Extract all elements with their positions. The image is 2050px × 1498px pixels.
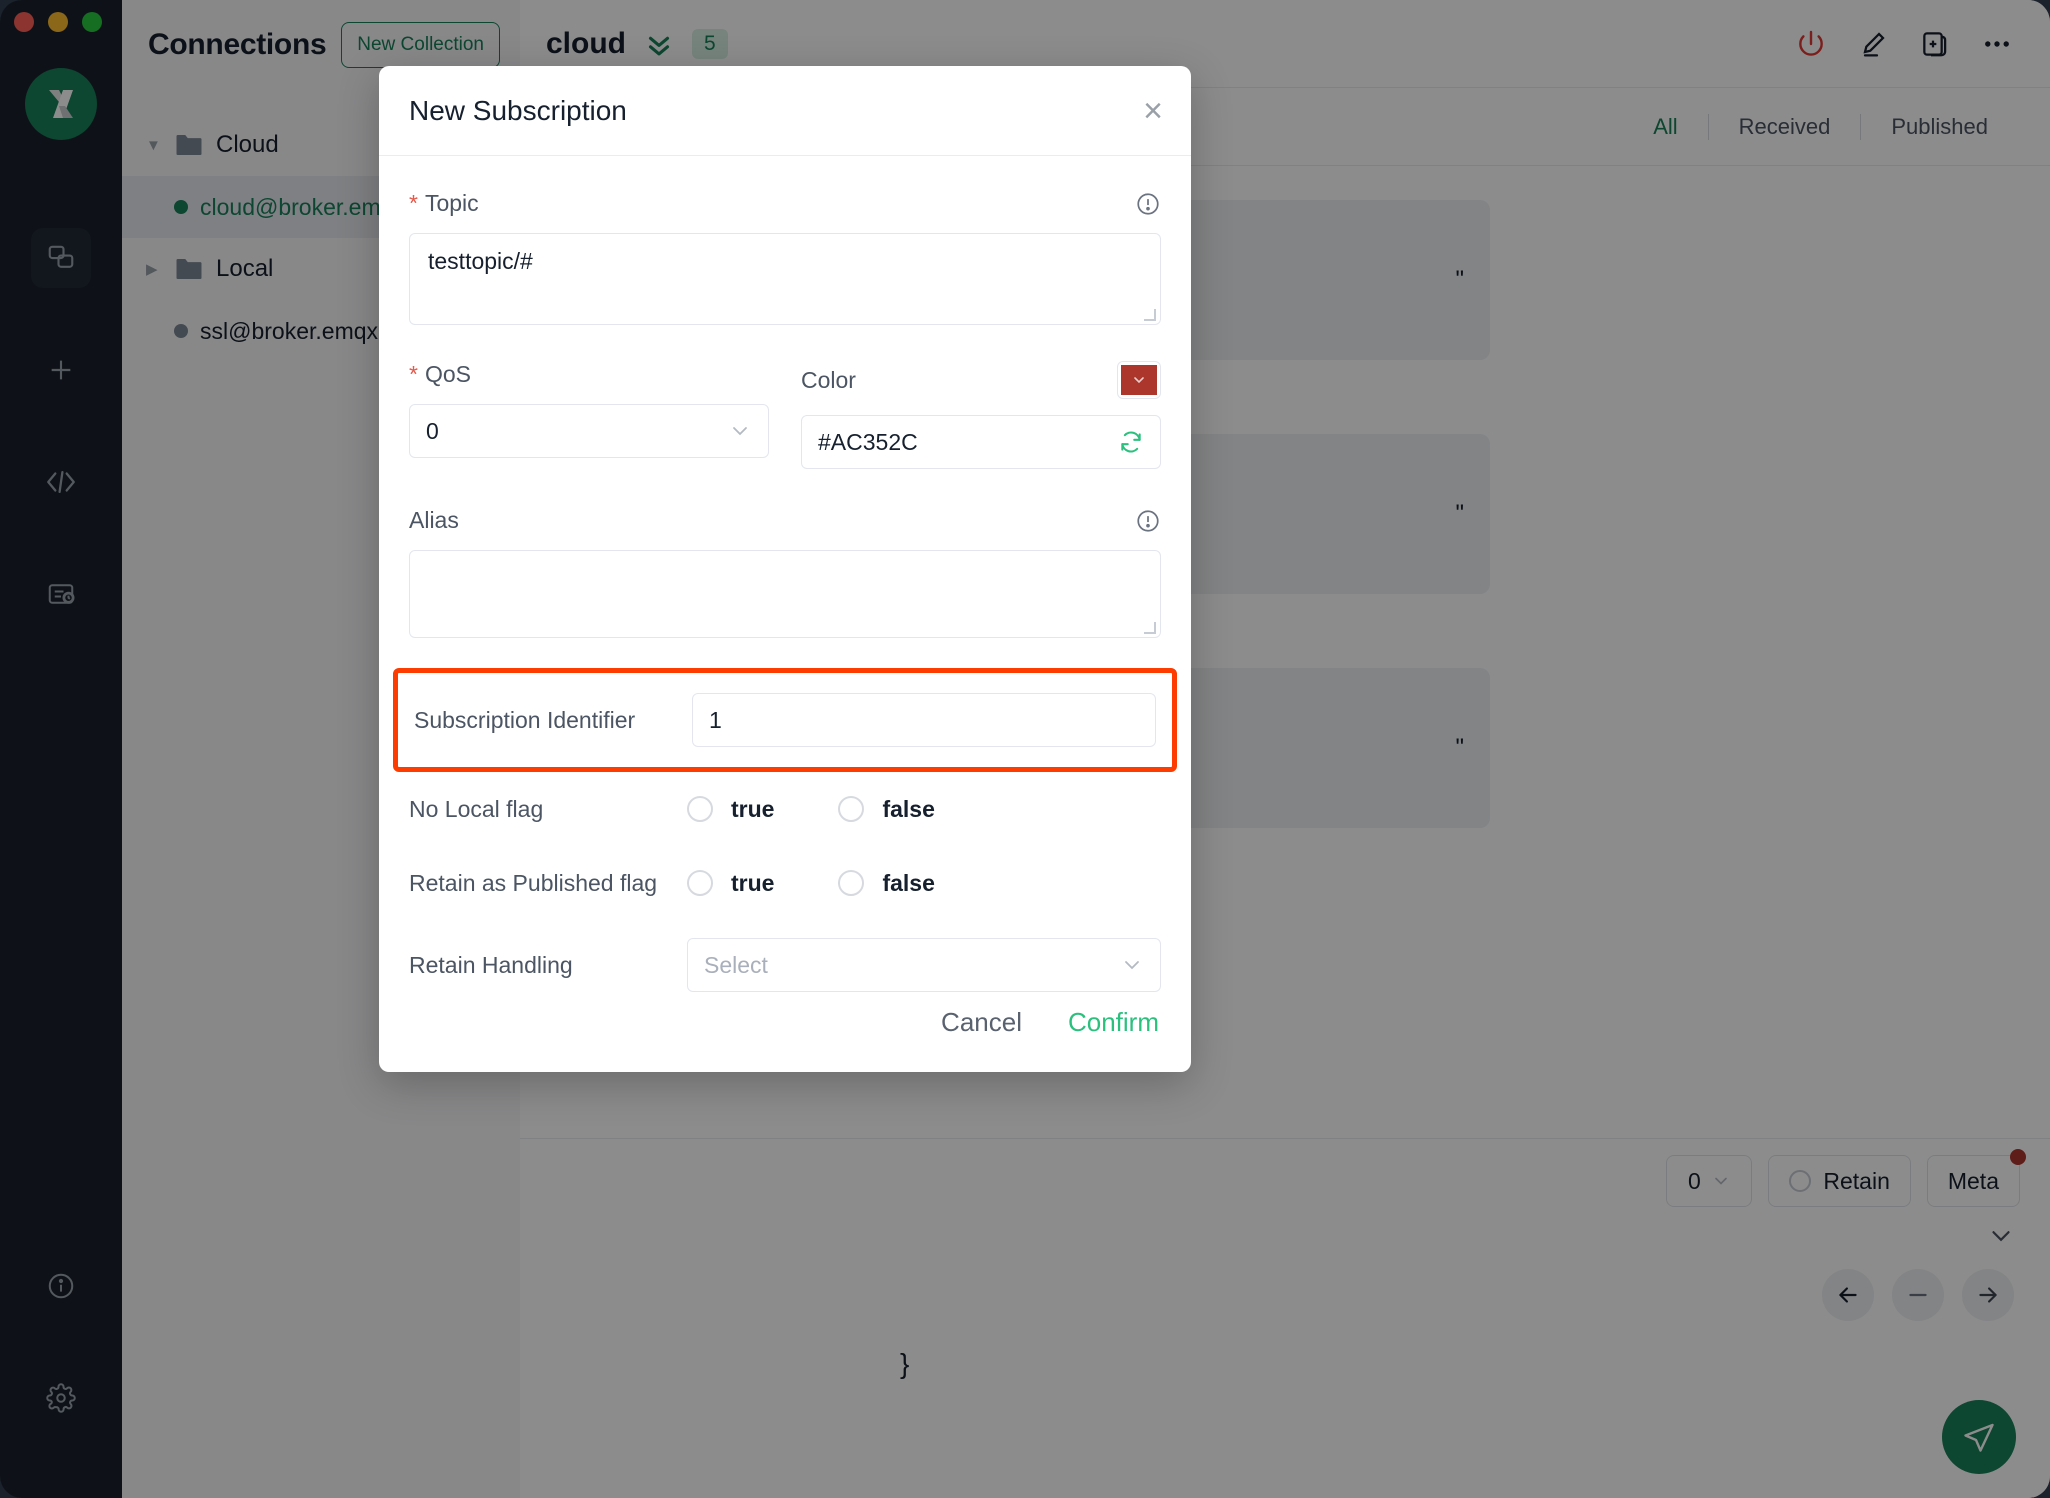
app-window: Connections New Collection ▼ Cloud cloud… xyxy=(0,0,2050,1498)
retain-as-published-flag-row: Retain as Published flag true false xyxy=(409,846,1161,920)
qos-field: QoS 0 xyxy=(409,361,769,469)
dialog-header: New Subscription × xyxy=(379,66,1191,156)
color-swatch-button[interactable] xyxy=(1117,361,1161,399)
no-local-true-label: true xyxy=(731,795,775,822)
no-local-flag-row: No Local flag true false xyxy=(409,772,1161,846)
no-local-true-radio[interactable] xyxy=(687,796,713,822)
color-label-row: Color xyxy=(801,361,1161,399)
alias-label: Alias xyxy=(409,507,459,533)
sync-icon[interactable] xyxy=(1118,429,1144,455)
color-label: Color xyxy=(801,366,856,393)
topic-input[interactable]: testtopic/# xyxy=(409,233,1161,325)
color-value: #AC352C xyxy=(818,428,918,455)
subscription-identifier-label: Subscription Identifier xyxy=(414,706,636,733)
retain-handling-row: Retain Handling Select xyxy=(409,934,1161,996)
new-subscription-dialog: New Subscription × Topic testtopic/# xyxy=(379,66,1191,1072)
retain-handling-select[interactable]: Select xyxy=(687,938,1161,992)
topic-value: testtopic/# xyxy=(428,248,533,274)
retain-as-published-true-radio[interactable] xyxy=(687,870,713,896)
no-local-flag-label: No Local flag xyxy=(409,795,544,822)
resize-grip-icon[interactable] xyxy=(1144,309,1156,321)
qos-select[interactable]: 0 xyxy=(409,404,769,458)
retain-as-published-false-radio[interactable] xyxy=(838,870,865,896)
alias-field: Alias xyxy=(409,507,1161,638)
info-icon[interactable] xyxy=(1135,191,1161,217)
qos-label: QoS xyxy=(409,361,471,388)
color-input[interactable]: #AC352C xyxy=(801,415,1161,469)
retain-handling-label: Retain Handling xyxy=(409,951,573,978)
subscription-identifier-row: Subscription Identifier 1 xyxy=(414,689,1156,751)
qos-label-row: QoS xyxy=(409,361,769,388)
alias-input[interactable] xyxy=(409,550,1161,638)
resize-grip-icon[interactable] xyxy=(1144,622,1156,634)
dialog-footer: Cancel Confirm xyxy=(379,1007,1191,1072)
close-icon[interactable]: × xyxy=(1143,94,1163,128)
subscription-identifier-input[interactable]: 1 xyxy=(692,693,1156,747)
retain-as-published-false-label: false xyxy=(882,869,935,896)
confirm-button[interactable]: Confirm xyxy=(1068,1007,1159,1038)
color-field: Color #AC352C xyxy=(801,361,1161,469)
subscription-identifier-highlight: Subscription Identifier 1 xyxy=(393,668,1177,772)
retain-handling-placeholder: Select xyxy=(704,951,768,978)
retain-as-published-label: Retain as Published flag xyxy=(409,869,658,896)
dialog-title: New Subscription xyxy=(409,94,627,126)
info-icon[interactable] xyxy=(1135,508,1161,534)
qos-color-row: QoS 0 Color xyxy=(409,361,1161,469)
subscription-identifier-value: 1 xyxy=(709,706,722,733)
chevron-down-icon xyxy=(1120,953,1144,977)
cancel-button[interactable]: Cancel xyxy=(941,1007,1022,1038)
topic-label: Topic xyxy=(409,190,479,217)
topic-label-row: Topic xyxy=(409,190,1161,217)
retain-as-published-true-label: true xyxy=(731,869,775,896)
no-local-false-label: false xyxy=(882,795,935,822)
color-swatch xyxy=(1121,365,1157,395)
qos-value: 0 xyxy=(426,417,439,444)
alias-label-row: Alias xyxy=(409,507,1161,534)
dialog-body: Topic testtopic/# QoS 0 xyxy=(379,156,1191,1007)
chevron-down-icon xyxy=(728,419,752,443)
no-local-false-radio[interactable] xyxy=(838,796,865,822)
